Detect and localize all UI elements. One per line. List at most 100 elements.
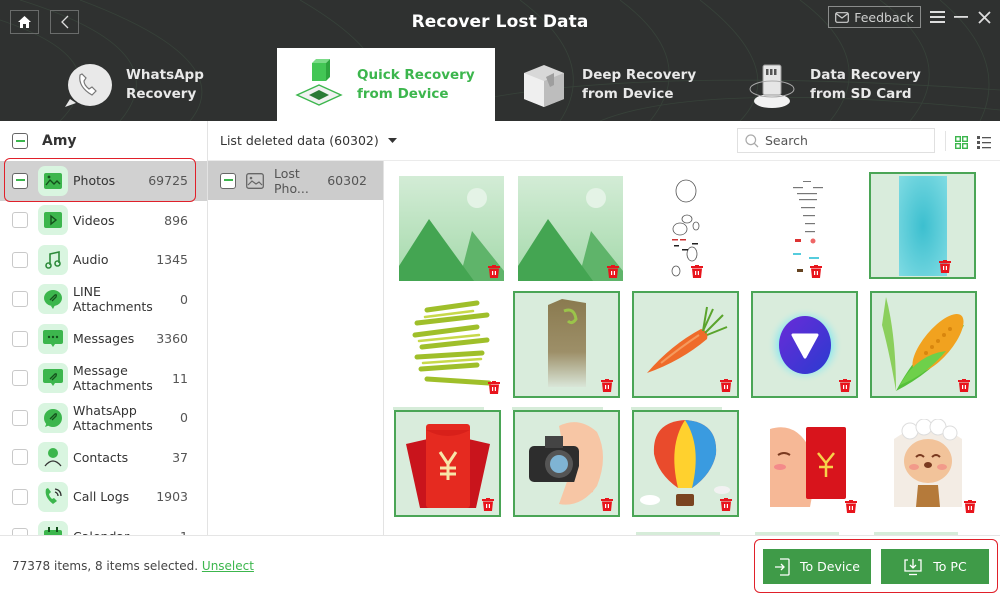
message-attachments-checkbox[interactable] bbox=[12, 370, 28, 387]
photo-thumb-sheep-sticker[interactable] bbox=[874, 410, 981, 517]
sidebar-item-contacts[interactable]: Contacts 37 bbox=[0, 438, 207, 478]
sidebar-item-whatsapp-attachments[interactable]: WhatsApp Attachments 0 bbox=[0, 398, 207, 438]
list-view-button[interactable] bbox=[977, 134, 991, 153]
cat-count: 1345 bbox=[156, 252, 188, 268]
status-text: 77378 items, 8 items selected. bbox=[12, 559, 199, 573]
unselect-link[interactable]: Unselect bbox=[202, 559, 254, 573]
cat-count: 0 bbox=[180, 410, 188, 426]
sheep-hood-sticker-image bbox=[893, 418, 962, 507]
tab-whatsapp-recovery[interactable]: WhatsApp Recovery bbox=[60, 48, 275, 121]
grid-view-button[interactable] bbox=[954, 134, 968, 153]
tab-sd-card-recovery[interactable]: Data Recovery from SD Card bbox=[744, 48, 984, 121]
photo-thumb-corn[interactable] bbox=[870, 291, 977, 398]
photo-thumb-placeholder-1[interactable] bbox=[398, 175, 505, 282]
photo-thumb-red-envelope[interactable] bbox=[394, 410, 501, 517]
tab-sd-line1: Data Recovery bbox=[810, 66, 921, 83]
deep-recovery-box-icon bbox=[524, 64, 564, 107]
line-attachments-checkbox[interactable] bbox=[12, 291, 28, 308]
photo-thumb-stone-block[interactable] bbox=[513, 291, 620, 398]
tab-deep-recovery[interactable]: Deep Recovery from Device bbox=[516, 48, 736, 121]
trash-icon[interactable] bbox=[810, 265, 822, 278]
photo-thumb-camera-hand[interactable] bbox=[513, 410, 620, 517]
contact-icon bbox=[38, 442, 68, 473]
photo-thumb-water-texture[interactable] bbox=[869, 172, 976, 279]
trash-icon[interactable] bbox=[691, 265, 703, 278]
trash-icon[interactable] bbox=[607, 265, 619, 278]
cat-count: 3360 bbox=[156, 331, 188, 347]
sidebar-item-messages[interactable]: Messages 3360 bbox=[0, 319, 207, 359]
selection-highlight bbox=[4, 158, 196, 202]
close-button[interactable] bbox=[975, 8, 993, 26]
hamburger-menu-icon bbox=[929, 11, 945, 23]
import-to-device-icon bbox=[775, 557, 790, 576]
cat-count: 1903 bbox=[156, 489, 188, 505]
trash-icon[interactable] bbox=[488, 265, 500, 278]
whatsapp-attachments-checkbox[interactable] bbox=[12, 409, 28, 426]
image-icon bbox=[246, 172, 264, 189]
tab-quick-recovery[interactable]: Quick Recovery from Device bbox=[277, 48, 495, 121]
sidebar-item-line-attachments[interactable]: LINE Attachments 0 bbox=[0, 280, 207, 320]
folder-count: 60302 bbox=[327, 173, 367, 188]
device-row[interactable]: Amy bbox=[0, 121, 207, 161]
cat-label: Message Attachments bbox=[73, 363, 153, 394]
minimize-icon bbox=[954, 16, 968, 18]
trash-icon[interactable] bbox=[720, 379, 732, 392]
search-input[interactable] bbox=[765, 133, 925, 148]
trash-icon[interactable] bbox=[720, 498, 732, 511]
photo-thumb-carrot[interactable] bbox=[632, 291, 739, 398]
trash-icon[interactable] bbox=[482, 498, 494, 511]
footer-bar: 77378 items, 8 items selected. Unselect … bbox=[0, 535, 1000, 594]
photo-thumb-green-beans[interactable] bbox=[398, 291, 505, 398]
sidebar-item-message-attachments[interactable]: Message Attachments 11 bbox=[0, 359, 207, 399]
hand-with-camera-image bbox=[529, 422, 603, 505]
to-pc-button[interactable]: To PC bbox=[881, 549, 989, 584]
caret-down-icon bbox=[387, 138, 397, 143]
tab-quick-line1: Quick Recovery bbox=[357, 66, 475, 83]
photo-thumb-play-orb[interactable] bbox=[751, 291, 858, 398]
messages-checkbox[interactable] bbox=[12, 330, 28, 347]
calendar-checkbox[interactable] bbox=[12, 528, 28, 535]
photos-checkbox[interactable] bbox=[12, 172, 28, 189]
trash-icon[interactable] bbox=[488, 381, 500, 394]
to-device-button[interactable]: To Device bbox=[763, 549, 871, 584]
photo-thumb-placeholder-2[interactable] bbox=[517, 175, 624, 282]
sidebar-item-videos[interactable]: Videos 896 bbox=[0, 201, 207, 241]
list-filter-label: List deleted data (60302) bbox=[220, 133, 379, 148]
folder-checkbox[interactable] bbox=[220, 172, 236, 189]
green-beans-image bbox=[412, 300, 491, 385]
sidebar-item-call-logs[interactable]: Call Logs 1903 bbox=[0, 477, 207, 517]
cat-label: Audio bbox=[73, 252, 109, 268]
tab-sd-line2: from SD Card bbox=[810, 85, 912, 102]
trash-icon[interactable] bbox=[845, 500, 857, 513]
menu-button[interactable] bbox=[928, 8, 946, 26]
photo-thumb-kiss-sticker[interactable] bbox=[755, 410, 862, 517]
to-pc-label: To PC bbox=[933, 559, 967, 574]
list-filter-dropdown[interactable]: List deleted data (60302) bbox=[220, 133, 397, 148]
sidebar-item-photos[interactable]: Photos 69725 bbox=[0, 158, 207, 202]
sidebar-item-audio[interactable]: Audio 1345 bbox=[0, 240, 207, 280]
audio-checkbox[interactable] bbox=[12, 251, 28, 268]
sidebar-item-calendar[interactable]: Calendar 1 bbox=[0, 517, 207, 535]
line-attachment-icon bbox=[38, 284, 68, 315]
minimize-button[interactable] bbox=[952, 8, 970, 26]
feedback-button[interactable]: Feedback bbox=[828, 6, 921, 28]
grid-view-icon bbox=[954, 135, 968, 149]
device-name: Amy bbox=[42, 133, 77, 149]
content-toolbar: List deleted data (60302) bbox=[208, 121, 1000, 161]
search-box[interactable] bbox=[737, 128, 935, 153]
photo-thumb-sticker-sheet[interactable] bbox=[755, 175, 862, 282]
contacts-checkbox[interactable] bbox=[12, 449, 28, 466]
trash-icon[interactable] bbox=[601, 379, 613, 392]
device-checkbox[interactable] bbox=[12, 133, 28, 149]
folder-item-lost-photos[interactable]: Lost Pho... 60302 bbox=[208, 161, 383, 200]
videos-checkbox[interactable] bbox=[12, 212, 28, 229]
tab-quick-line2: from Device bbox=[357, 85, 449, 102]
trash-icon[interactable] bbox=[958, 379, 970, 392]
trash-icon[interactable] bbox=[839, 379, 851, 392]
call-logs-checkbox[interactable] bbox=[12, 488, 28, 505]
trash-icon[interactable] bbox=[601, 498, 613, 511]
photo-thumb-speech-bubbles[interactable] bbox=[636, 175, 743, 282]
photo-thumb-hot-air-balloon[interactable] bbox=[632, 410, 739, 517]
trash-icon[interactable] bbox=[939, 260, 951, 273]
trash-icon[interactable] bbox=[964, 500, 976, 513]
